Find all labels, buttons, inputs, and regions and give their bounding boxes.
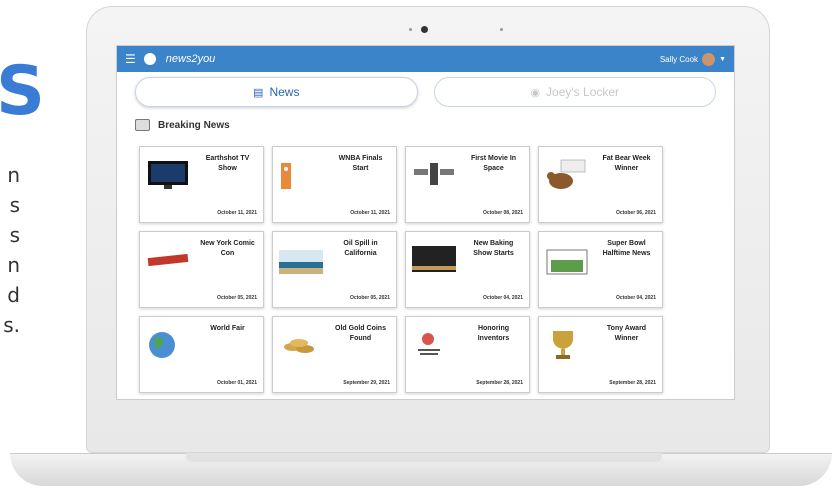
user-name[interactable]: Sally Cook [660,55,698,64]
card-date: September 29, 2021 [343,380,390,386]
side-text-line: d [7,283,20,307]
news-card[interactable]: Oil Spill in California October 05, 2021 [272,231,397,308]
card-title: Super Bowl Halftime News [602,240,651,257]
side-text-line: s [9,193,20,217]
section-heading: Breaking News [135,119,734,131]
stadium-icon [546,249,588,275]
banner-icon [147,253,189,267]
cake-banner-icon [412,246,456,272]
card-date: October 06, 2021 [615,210,656,216]
card-date: October 04, 2021 [482,295,523,301]
camera [421,26,428,33]
card-date: October 08, 2021 [482,210,523,216]
space-station-icon [414,163,454,185]
laptop-notch [186,453,662,462]
tv-icon [148,161,188,189]
tab-news[interactable]: ▤ News [135,77,418,107]
card-title: Fat Bear Week Winner [602,155,651,172]
card-title: WNBA Finals Start [338,155,383,172]
card-title: Earthshot TV Show [205,155,250,172]
coins-icon [284,339,314,353]
section-title: Breaking News [158,119,230,131]
hamburger-icon[interactable]: ☰ [125,52,136,66]
beach-icon [279,250,323,274]
card-date: September 28, 2021 [476,380,523,386]
tv-icon [135,119,150,131]
app-screen: ☰ news2you Sally Cook ▼ ▤ News ◉ Joey's … [116,45,735,400]
news-card[interactable]: Super Bowl Halftime News October 04, 202… [538,231,663,308]
card-date: October 11, 2021 [350,210,390,216]
news-card[interactable]: Tony Award Winner September 28, 2021 [538,316,663,393]
top-bar: ☰ news2you Sally Cook ▼ [117,46,734,72]
card-title: Oil Spill in California [343,240,378,257]
card-title: First Movie In Space [470,155,517,172]
globe-icon [149,332,175,358]
news-card[interactable]: World Fair October 01, 2021 [139,316,264,393]
inventors-seal-icon [418,333,440,355]
news-card[interactable]: Honoring Inventors September 28, 2021 [405,316,530,393]
card-date: September 28, 2021 [609,380,656,386]
news-card[interactable]: Fat Bear Week Winner October 06, 2021 [538,146,663,223]
tab-bar: ▤ News ◉ Joey's Locker [117,72,734,111]
caret-down-icon[interactable]: ▼ [719,56,726,63]
app-logo[interactable]: news2you [166,53,216,65]
news-card[interactable]: New York Comic Con October 05, 2021 [139,231,264,308]
news-card[interactable]: New Baking Show Starts October 04, 2021 [405,231,530,308]
avatar[interactable] [702,52,716,66]
side-text-line: n [7,253,20,277]
news-card[interactable]: Earthshot TV Show October 11, 2021 [139,146,264,223]
card-title: World Fair [210,325,245,332]
card-date: October 05, 2021 [349,295,390,301]
card-date: October 05, 2021 [216,295,257,301]
bear-icon [547,159,586,189]
side-text-line: s [9,223,20,247]
side-heading-letter: S [0,52,45,131]
card-title: Honoring Inventors [477,325,510,342]
news-card[interactable]: WNBA Finals Start October 11, 2021 [272,146,397,223]
trophy-icon [553,331,573,359]
card-title: Tony Award Winner [606,325,647,342]
card-title: Old Gold Coins Found [335,325,386,342]
sensor-dot [409,28,412,31]
side-text-line: n [7,163,20,187]
card-title: New Baking Show Starts [473,240,514,257]
card-date: October 01, 2021 [216,380,257,386]
tab-label: Joey's Locker [546,85,620,99]
card-date: October 11, 2021 [217,210,257,216]
side-text-line: s. [3,313,20,337]
news-grid: Earthshot TV Show October 11, 2021 WNBA … [139,146,663,393]
news-card[interactable]: First Movie In Space October 08, 2021 [405,146,530,223]
tab-joeys-locker[interactable]: ◉ Joey's Locker [433,77,716,107]
locker-icon: ◉ [530,86,541,99]
basketball-player-icon [281,163,291,189]
side-text: n s s n d s. [3,160,20,340]
card-title: New York Comic Con [200,240,255,257]
sensor-dot [500,28,503,31]
newspaper-icon: ▤ [253,86,264,99]
globe-icon[interactable] [143,53,156,65]
card-date: October 04, 2021 [615,295,656,301]
tab-label: News [269,85,300,99]
news-card[interactable]: Old Gold Coins Found September 29, 2021 [272,316,397,393]
